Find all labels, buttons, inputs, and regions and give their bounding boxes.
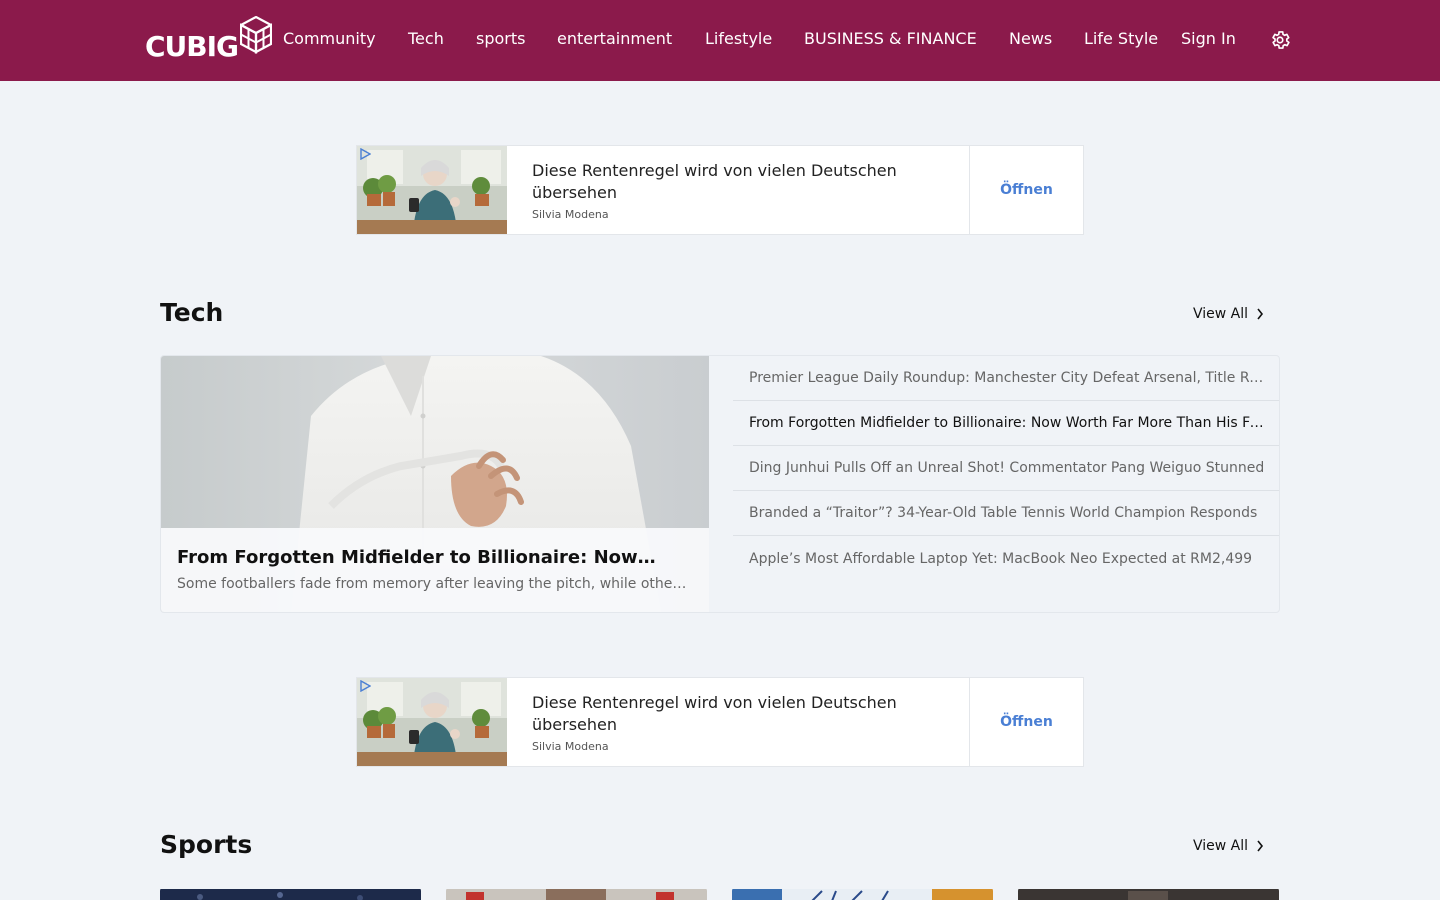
nav-entertainment[interactable]: entertainment	[557, 29, 672, 49]
story-title: Apple’s Most Affordable Laptop Yet: MacB…	[749, 550, 1253, 567]
sports-card[interactable]	[1018, 887, 1279, 900]
story-item[interactable]: Apple’s Most Affordable Laptop Yet: MacB…	[733, 536, 1279, 581]
story-item[interactable]: Ding Junhui Pulls Off an Unreal Shot! Co…	[733, 446, 1279, 491]
nav-tech[interactable]: Tech	[408, 29, 444, 49]
tech-view-all-link[interactable]: View All	[1193, 306, 1264, 322]
ad-title[interactable]: Diese Rentenregel wird von vielen Deutsc…	[532, 160, 952, 204]
sports-card-image	[732, 889, 993, 900]
sports-card[interactable]	[446, 887, 707, 900]
nav-lifestyle[interactable]: Lifestyle	[705, 29, 772, 49]
featured-article-title[interactable]: From Forgotten Midfielder to Billionaire…	[177, 546, 657, 570]
ad-banner[interactable]: Diese Rentenregel wird von vielen Deutsc…	[356, 145, 1084, 235]
site-header: CUBIG Community Tech sports entertainmen…	[0, 0, 1440, 81]
sign-in-link[interactable]: Sign In	[1181, 29, 1236, 49]
story-title: Ding Junhui Pulls Off an Unreal Shot! Co…	[749, 460, 1265, 476]
ad-banner[interactable]: Diese Rentenregel wird von vielen Deutsc…	[356, 677, 1084, 767]
sports-card[interactable]	[732, 887, 993, 900]
chevron-right-icon	[1257, 308, 1264, 320]
nav-business-finance[interactable]: BUSINESS & FINANCE	[804, 29, 977, 49]
story-item[interactable]: Premier League Daily Roundup: Manchester…	[733, 356, 1279, 401]
story-item-active[interactable]: From Forgotten Midfielder to Billionaire…	[733, 401, 1279, 446]
nav-sports[interactable]: sports	[476, 29, 525, 49]
ad-open-button[interactable]: Öffnen	[969, 146, 1083, 234]
featured-article-description: Some footballers fade from memory after …	[177, 576, 689, 592]
ad-choices-icon[interactable]	[359, 148, 371, 160]
ad-choices-icon[interactable]	[359, 680, 371, 692]
ad-title[interactable]: Diese Rentenregel wird von vielen Deutsc…	[532, 692, 952, 736]
story-list: Premier League Daily Roundup: Manchester…	[733, 356, 1279, 612]
ad-open-button[interactable]: Öffnen	[969, 678, 1083, 766]
sports-section-title: Sports	[160, 830, 253, 859]
nav-news[interactable]: News	[1009, 29, 1052, 49]
ad-image	[357, 678, 507, 766]
sports-card[interactable]	[160, 887, 421, 900]
featured-article-caption: From Forgotten Midfielder to Billionaire…	[161, 528, 709, 612]
tech-section-title: Tech	[160, 298, 224, 327]
sports-card-image	[160, 889, 421, 900]
view-all-label: View All	[1193, 306, 1249, 322]
story-title: Premier League Daily Roundup: Manchester…	[749, 370, 1265, 386]
gear-icon[interactable]	[1269, 29, 1291, 51]
sports-card-image	[446, 889, 707, 900]
story-item[interactable]: Branded a “Traitor”? 34-Year-Old Table T…	[733, 491, 1279, 536]
featured-article[interactable]: From Forgotten Midfielder to Billionaire…	[161, 356, 709, 612]
ad-image	[357, 146, 507, 234]
main-nav: Community Tech sports entertainment Life…	[0, 0, 1440, 81]
view-all-label: View All	[1193, 838, 1249, 854]
story-title: Branded a “Traitor”? 34-Year-Old Table T…	[749, 505, 1258, 521]
sports-view-all-link[interactable]: View All	[1193, 838, 1264, 854]
ad-author: Silvia Modena	[532, 208, 609, 221]
nav-community[interactable]: Community	[283, 29, 376, 49]
story-title: From Forgotten Midfielder to Billionaire…	[749, 415, 1265, 431]
nav-life-style[interactable]: Life Style	[1084, 29, 1158, 49]
ad-author: Silvia Modena	[532, 740, 609, 753]
sports-card-image	[1018, 889, 1279, 900]
chevron-right-icon	[1257, 840, 1264, 852]
tech-block: From Forgotten Midfielder to Billionaire…	[160, 355, 1280, 613]
